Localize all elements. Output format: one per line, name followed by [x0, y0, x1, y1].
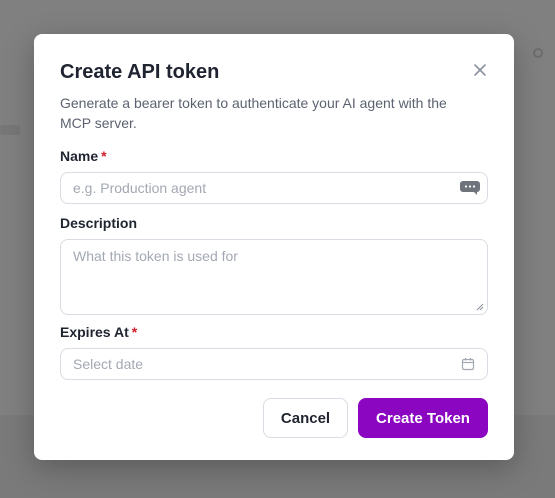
required-marker: * — [101, 148, 107, 164]
resize-handle-icon[interactable] — [475, 302, 484, 311]
name-input[interactable] — [73, 180, 475, 196]
required-marker: * — [131, 324, 138, 340]
dialog-title: Create API token — [60, 61, 220, 83]
dialog-actions: Cancel Create Token — [263, 398, 488, 438]
expires-at-label: Expires At * — [60, 323, 488, 341]
name-label-text: Name — [60, 148, 99, 164]
description-label-text: Description — [60, 215, 138, 231]
background-search-icon — [533, 48, 543, 58]
create-token-button[interactable]: Create Token — [358, 398, 488, 438]
dialog-subtitle: Generate a bearer token to authenticate … — [60, 95, 447, 131]
background-text — [0, 125, 20, 135]
name-label: Name * — [60, 147, 488, 165]
description-textarea[interactable] — [73, 248, 475, 306]
calendar-icon[interactable] — [461, 357, 475, 371]
close-icon — [474, 64, 486, 76]
expires-at-label-text: Expires At — [60, 324, 129, 340]
close-button[interactable] — [472, 62, 488, 78]
description-field[interactable] — [60, 239, 488, 315]
expires-at-input[interactable] — [73, 356, 475, 372]
create-token-dialog: Create API token Generate a bearer token… — [34, 34, 514, 460]
name-field[interactable] — [60, 172, 488, 204]
expires-at-field[interactable] — [60, 348, 488, 380]
description-label: Description — [60, 214, 488, 232]
cancel-button[interactable]: Cancel — [263, 398, 348, 438]
chat-bubble-icon[interactable] — [459, 180, 481, 196]
